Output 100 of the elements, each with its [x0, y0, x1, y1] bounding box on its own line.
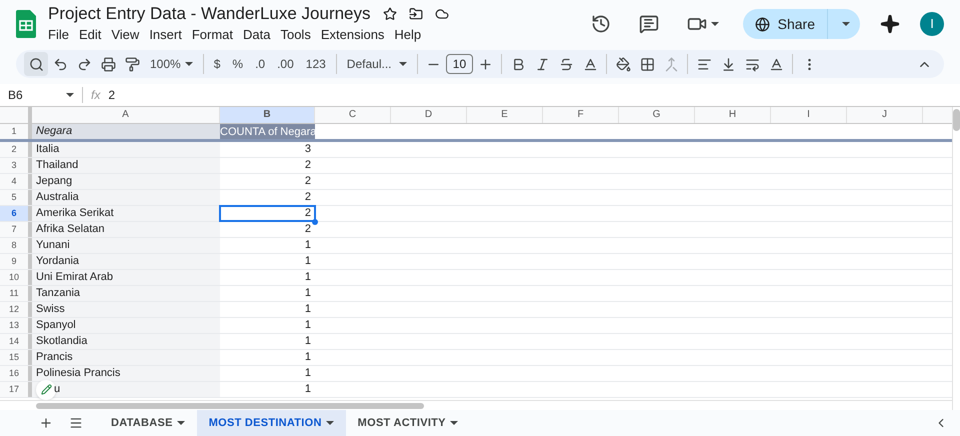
row-header[interactable]: 8 [0, 238, 32, 253]
table-cell-text: Spanyol [36, 318, 76, 334]
table-cell: COUNTA of Negara [220, 124, 315, 139]
row-header[interactable]: 3 [0, 158, 32, 173]
globe-icon [754, 16, 770, 32]
row-header[interactable]: 2 [0, 142, 32, 157]
row-header[interactable]: 4 [0, 174, 32, 189]
table-cell-text: 1 [304, 286, 312, 301]
caret-icon [184, 62, 193, 66]
table-cell-text: Tanzania [36, 286, 80, 302]
table-cell-text: 1 [304, 270, 312, 285]
table-cell-text: Yunani [36, 238, 70, 254]
menu-item[interactable]: File [48, 25, 69, 45]
menu-item[interactable]: Extensions [320, 25, 384, 45]
table-cell-text: 1 [304, 318, 312, 333]
increase-decimal-button[interactable]: .00 [271, 52, 300, 76]
menu-item[interactable]: View [111, 25, 140, 45]
column-header[interactable]: H [695, 107, 771, 123]
all-sheets-icon[interactable] [69, 416, 83, 430]
menu-item[interactable]: Edit [78, 25, 102, 45]
row-header[interactable]: 6 [0, 206, 32, 221]
table-cell-text: 1 [304, 302, 312, 317]
avatar[interactable]: I [920, 12, 944, 36]
column-header[interactable]: D [391, 107, 467, 123]
row-header[interactable]: 16 [0, 366, 32, 381]
star-icon[interactable] [382, 7, 397, 22]
horizontal-scrollbar[interactable] [36, 402, 424, 408]
number-format-button[interactable]: 123 [300, 52, 332, 76]
font-dropdown[interactable]: Defaul... [340, 52, 413, 76]
fill-handle[interactable] [312, 219, 318, 225]
table-cell-text: 2 [304, 174, 312, 189]
sheet-tab[interactable]: DATABASE [99, 410, 197, 436]
zoom-dropdown[interactable]: 100% [144, 52, 199, 76]
percent-button[interactable]: % [226, 52, 250, 76]
table-cell-text: Australia [36, 190, 79, 206]
table-cell-text: 2 [304, 190, 312, 205]
table-cell-text: Uni Emirat Arab [36, 270, 114, 286]
font-size-field[interactable]: 10 [446, 54, 474, 74]
add-sheet-icon[interactable] [39, 416, 53, 430]
row-header[interactable]: 17 [0, 382, 32, 397]
menu-item[interactable]: Format [192, 25, 233, 45]
menu-item[interactable]: Insert [149, 25, 182, 45]
table-cell-text: Afrika Selatan [36, 222, 104, 238]
column-header[interactable]: B [220, 107, 315, 123]
decrease-decimal-button[interactable]: .0 [249, 52, 272, 76]
table-cell-text: Italia [36, 142, 60, 158]
row-header[interactable]: 11 [0, 286, 32, 301]
column-header[interactable]: C [315, 107, 391, 123]
history-icon[interactable] [590, 14, 611, 34]
menu-item[interactable]: Help [394, 25, 422, 45]
row-header[interactable]: 15 [0, 350, 32, 365]
caret-icon [326, 421, 334, 425]
column-header[interactable]: E [467, 107, 543, 123]
menu-item[interactable]: Data [243, 25, 270, 45]
search-icon[interactable] [24, 52, 48, 76]
table-cell-text: Prancis [36, 350, 73, 366]
caret-icon [176, 421, 185, 425]
fx-label: fx [91, 87, 100, 104]
table-cell-text: Amerika Serikat [36, 206, 114, 222]
row-header[interactable]: 10 [0, 270, 32, 285]
caret-icon [450, 421, 458, 425]
formula-field[interactable]: 2 [108, 86, 116, 104]
table-cell-text: Yordania [36, 254, 80, 270]
table-cell-text: 1 [304, 366, 312, 381]
document-title[interactable]: Project Entry Data - WanderLuxe Journeys [48, 3, 371, 26]
table-cell: 2 [220, 206, 315, 221]
menu-item[interactable]: Tools [280, 25, 311, 45]
table-cell-text: 1 [304, 238, 312, 253]
share-button[interactable]: Share [742, 9, 860, 39]
sheet-tab[interactable]: MOST DESTINATION [196, 410, 346, 436]
row-header[interactable]: 1 [0, 124, 32, 139]
sheets-logo-icon [16, 10, 36, 38]
vertical-scrollbar[interactable] [953, 109, 960, 131]
table-cell-text: Negara [36, 124, 72, 140]
column-header[interactable]: F [543, 107, 619, 123]
table-cell-text: 1 [304, 350, 312, 365]
row-header[interactable]: 13 [0, 318, 32, 333]
comment-icon[interactable] [638, 14, 659, 34]
column-header[interactable]: I [771, 107, 847, 123]
column-header[interactable]: J [847, 107, 923, 123]
column-header[interactable]: G [619, 107, 695, 123]
row-header[interactable]: 9 [0, 254, 32, 269]
sparkle-icon[interactable] [880, 14, 900, 34]
caret-icon [398, 62, 407, 66]
row-header[interactable]: 7 [0, 222, 32, 237]
folder-icon[interactable] [408, 7, 423, 22]
currency-button[interactable]: $ [208, 52, 226, 76]
cloud-icon[interactable] [434, 7, 449, 22]
edit-badge[interactable] [36, 380, 56, 400]
sheet-tab[interactable]: MOST ACTIVITY [346, 410, 470, 436]
table-cell-text: 1 [304, 334, 312, 349]
caret-icon [710, 22, 719, 26]
table-cell-text: Skotlandia [36, 334, 88, 350]
row-header[interactable]: 14 [0, 334, 32, 349]
table-cell-text: 2 [304, 158, 312, 173]
row-header[interactable]: 12 [0, 302, 32, 317]
table-cell-text: 1 [304, 254, 312, 269]
table-cell-text: Thailand [36, 158, 78, 174]
row-header[interactable]: 5 [0, 190, 32, 205]
name-box[interactable]: B6 [0, 86, 62, 104]
